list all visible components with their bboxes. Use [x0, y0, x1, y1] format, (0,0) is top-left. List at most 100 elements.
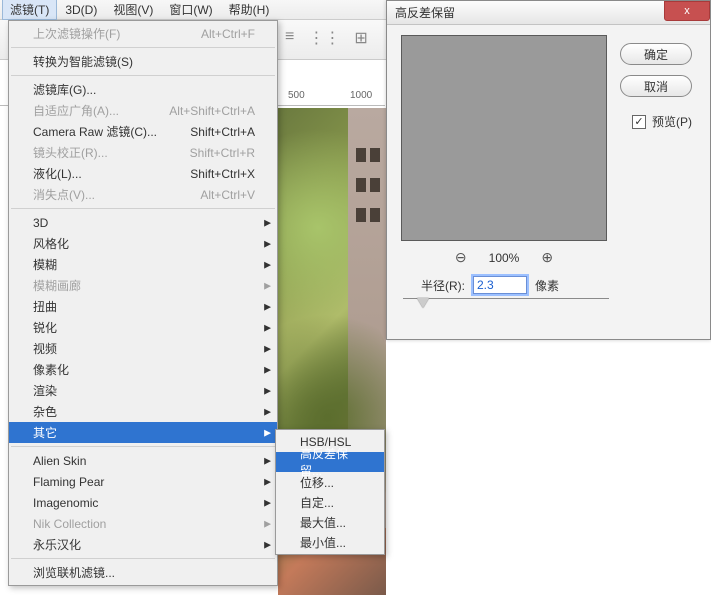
- submenu-item[interactable]: 位移...: [276, 472, 384, 492]
- menu-item-label: 模糊: [33, 256, 57, 273]
- submenu-item[interactable]: 自定...: [276, 492, 384, 512]
- align-icon[interactable]: ⋮⋮: [308, 28, 340, 48]
- dialog-title: 高反差保留: [387, 1, 710, 25]
- submenu-item[interactable]: 高反差保留...: [276, 452, 384, 472]
- ok-button[interactable]: 确定: [620, 43, 692, 65]
- submenu-item[interactable]: 最大值...: [276, 512, 384, 532]
- submenu-arrow-icon: ▶: [264, 217, 271, 228]
- preview-box[interactable]: [401, 35, 607, 241]
- menu-item-label: 3D: [33, 216, 48, 230]
- menu-item-label: 永乐汉化: [33, 536, 81, 553]
- menu-item-label: 扭曲: [33, 298, 57, 315]
- menu-item-label: Imagenomic: [33, 496, 98, 510]
- menu-item: 镜头校正(R)... Shift+Ctrl+R: [9, 142, 277, 163]
- menu-separator: [11, 208, 275, 209]
- menubar-item[interactable]: 3D(D): [57, 1, 105, 19]
- submenu-arrow-icon: ▶: [264, 539, 271, 550]
- menu-item[interactable]: Camera Raw 滤镜(C)... Shift+Ctrl+A: [9, 121, 277, 142]
- submenu-arrow-icon: ▶: [264, 476, 271, 487]
- menubar-item[interactable]: 视图(V): [105, 0, 161, 20]
- menu-item: 自适应广角(A)...Alt+Shift+Ctrl+A: [9, 100, 277, 121]
- close-button[interactable]: x: [664, 1, 710, 21]
- align-icon[interactable]: ⊞: [354, 28, 367, 48]
- menu-item: Nik Collection ▶: [9, 513, 277, 534]
- menu-item-label: Flaming Pear: [33, 475, 104, 489]
- menu-item[interactable]: Imagenomic ▶: [9, 492, 277, 513]
- submenu-item[interactable]: 最小值...: [276, 532, 384, 552]
- menu-item[interactable]: 浏览联机滤镜...: [9, 562, 277, 583]
- menu-item-label: 滤镜库(G)...: [33, 81, 96, 98]
- menu-item[interactable]: 转换为智能滤镜(S): [9, 51, 277, 72]
- filter-other-submenu: HSB/HSL高反差保留...位移...自定...最大值...最小值...: [275, 429, 385, 555]
- ruler-mark: 1000: [350, 90, 372, 101]
- menu-item-label: 消失点(V)...: [33, 186, 95, 203]
- submenu-arrow-icon: ▶: [264, 343, 271, 354]
- menu-item-label: 风格化: [33, 235, 69, 252]
- menu-item-label: 液化(L)...: [33, 165, 82, 182]
- menu-item-label: 其它: [33, 424, 57, 441]
- menu-item-label: 转换为智能滤镜(S): [33, 53, 133, 70]
- menu-item: 消失点(V)... Alt+Ctrl+V: [9, 184, 277, 205]
- radius-unit: 像素: [535, 277, 559, 294]
- menubar-item[interactable]: 帮助(H): [221, 0, 278, 20]
- menu-item[interactable]: 其它 ▶: [9, 422, 277, 443]
- preview-checkbox-row[interactable]: ✓ 预览(P): [632, 113, 692, 130]
- menu-separator: [11, 47, 275, 48]
- menu-item-label: Camera Raw 滤镜(C)...: [33, 123, 157, 140]
- align-icon[interactable]: ≡: [285, 28, 294, 48]
- menu-item-label: 浏览联机滤镜...: [33, 564, 115, 581]
- slider-thumb[interactable]: [417, 298, 429, 308]
- menu-item[interactable]: 渲染 ▶: [9, 380, 277, 401]
- menubar-item[interactable]: 窗口(W): [161, 0, 220, 20]
- menu-separator: [11, 446, 275, 447]
- menu-shortcut: Shift+Ctrl+A: [190, 125, 255, 139]
- high-pass-dialog: 高反差保留 x 确定 取消 ✓ 预览(P) ⊖ 100% ⊕ 半径(R): 像素: [386, 0, 711, 340]
- submenu-arrow-icon: ▶: [264, 518, 271, 529]
- menu-item[interactable]: 杂色▶: [9, 401, 277, 422]
- submenu-arrow-icon: ▶: [264, 427, 271, 438]
- menu-item-label: Nik Collection: [33, 517, 106, 531]
- preview-checkbox[interactable]: ✓: [632, 115, 646, 129]
- menu-item-label: 杂色: [33, 403, 57, 420]
- menu-shortcut: Alt+Ctrl+F: [201, 27, 255, 41]
- menu-item[interactable]: 锐化 ▶: [9, 317, 277, 338]
- menu-shortcut: Shift+Ctrl+R: [190, 146, 255, 160]
- menu-item[interactable]: 风格化▶: [9, 233, 277, 254]
- menu-item-label: 渲染: [33, 382, 57, 399]
- menu-item[interactable]: 永乐汉化 ▶: [9, 534, 277, 555]
- radius-label: 半径(R):: [421, 277, 465, 294]
- menu-item[interactable]: Alien Skin ▶: [9, 450, 277, 471]
- menu-item[interactable]: 扭曲 ▶: [9, 296, 277, 317]
- menu-item-label: 视频: [33, 340, 57, 357]
- menubar-item[interactable]: 滤镜(T): [2, 0, 57, 20]
- submenu-arrow-icon: ▶: [264, 322, 271, 333]
- menu-item[interactable]: 滤镜库(G)...: [9, 79, 277, 100]
- menu-item[interactable]: 液化(L)...Shift+Ctrl+X: [9, 163, 277, 184]
- submenu-arrow-icon: ▶: [264, 497, 271, 508]
- cancel-button[interactable]: 取消: [620, 75, 692, 97]
- submenu-arrow-icon: ▶: [264, 455, 271, 466]
- menu-item-label: 镜头校正(R)...: [33, 144, 108, 161]
- menu-item[interactable]: 3D ▶: [9, 212, 277, 233]
- ruler-mark: 500: [288, 90, 305, 101]
- submenu-arrow-icon: ▶: [264, 364, 271, 375]
- menu-shortcut: Alt+Ctrl+V: [200, 188, 255, 202]
- zoom-level: 100%: [489, 251, 520, 265]
- menu-item-label: Alien Skin: [33, 454, 86, 468]
- submenu-arrow-icon: ▶: [264, 301, 271, 312]
- menu-item[interactable]: 模糊 ▶: [9, 254, 277, 275]
- submenu-arrow-icon: ▶: [264, 259, 271, 270]
- menu-item: 模糊画廊▶: [9, 275, 277, 296]
- zoom-in-icon[interactable]: ⊕: [541, 249, 553, 266]
- radius-slider[interactable]: [403, 298, 609, 316]
- preview-label: 预览(P): [652, 113, 692, 130]
- zoom-out-icon[interactable]: ⊖: [455, 249, 467, 266]
- menu-item[interactable]: 像素化▶: [9, 359, 277, 380]
- submenu-arrow-icon: ▶: [264, 280, 271, 291]
- menu-item: 上次滤镜操作(F)Alt+Ctrl+F: [9, 23, 277, 44]
- radius-input[interactable]: [473, 276, 527, 294]
- menu-item[interactable]: Flaming Pear ▶: [9, 471, 277, 492]
- submenu-arrow-icon: ▶: [264, 385, 271, 396]
- menu-item-label: 锐化: [33, 319, 57, 336]
- menu-item[interactable]: 视频 ▶: [9, 338, 277, 359]
